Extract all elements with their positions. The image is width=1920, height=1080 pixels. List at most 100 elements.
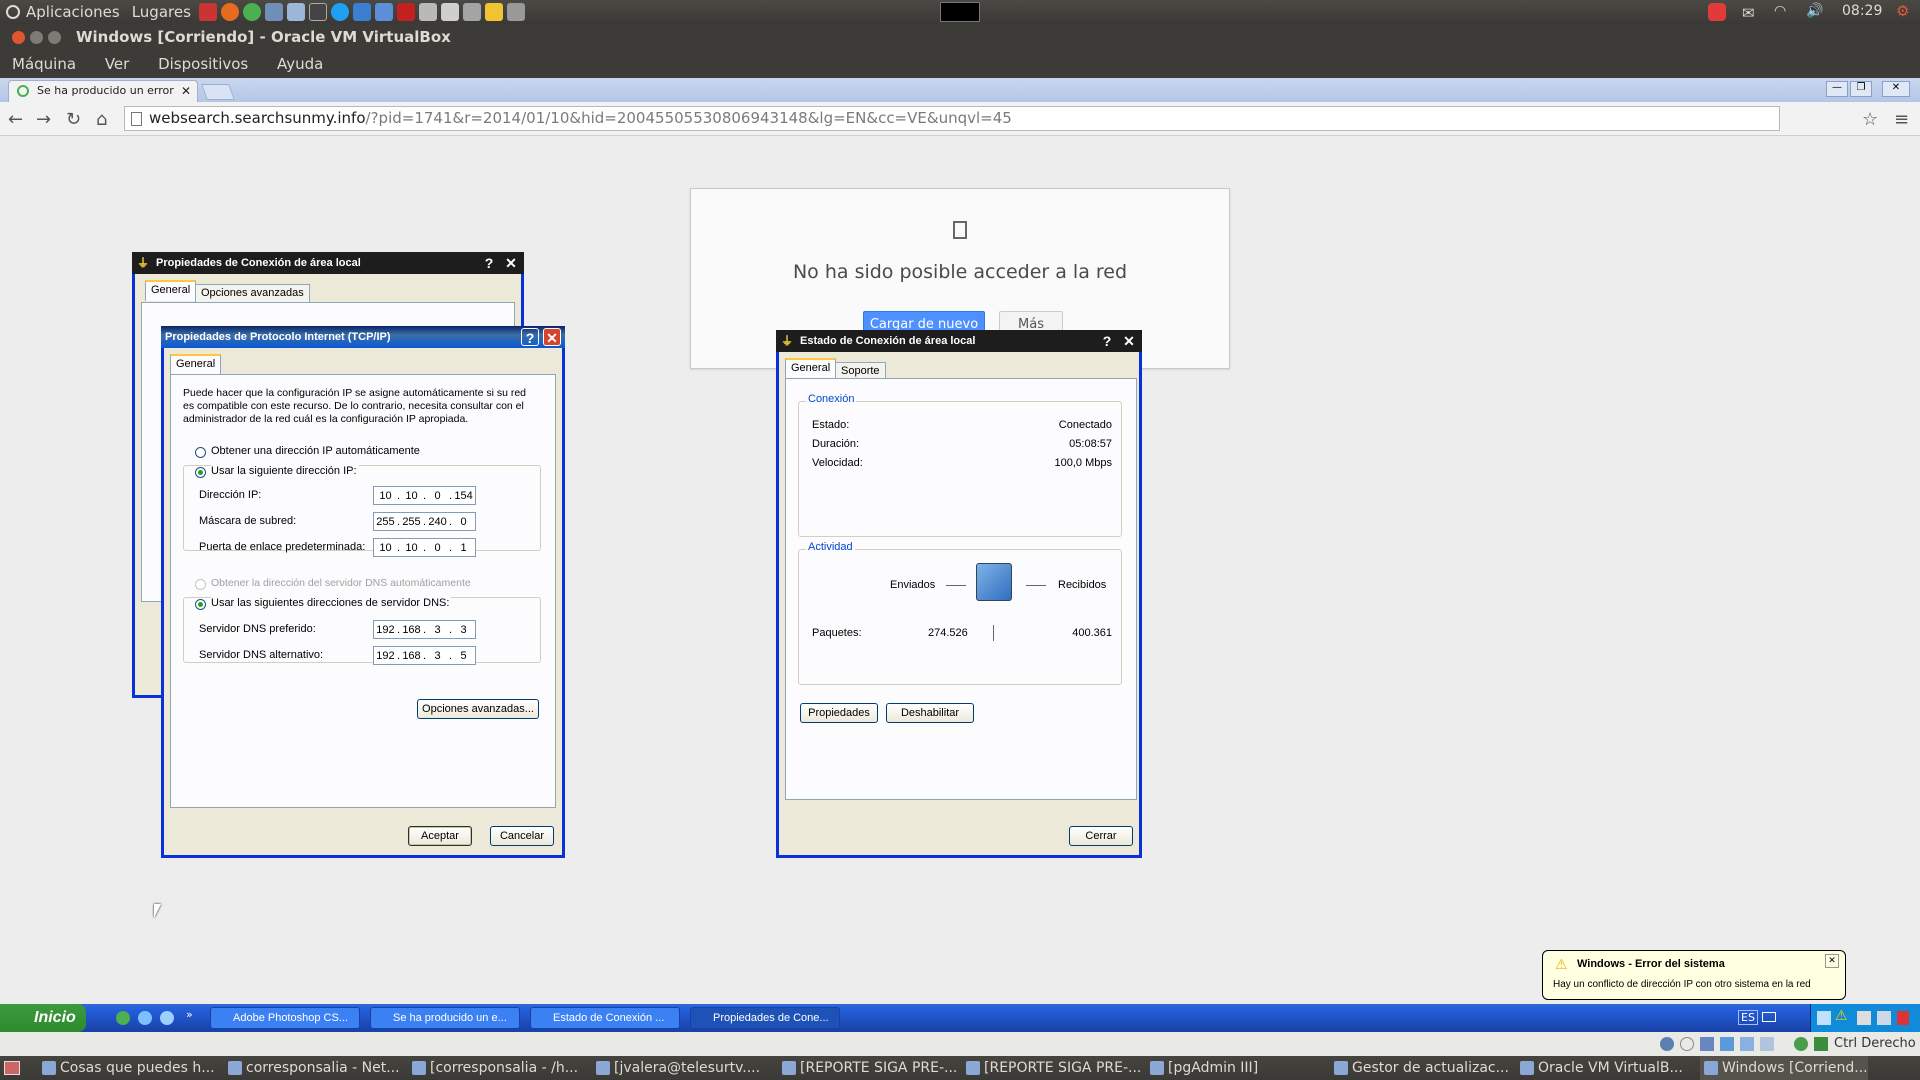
window-list-item[interactable]: [REPORTE SIGA PRE-... [778,1056,957,1080]
menu-machine[interactable]: Máquina [12,55,76,73]
remote-desktop-icon[interactable] [374,3,393,21]
skype-icon[interactable] [330,3,349,21]
display-icon[interactable] [1740,1037,1754,1051]
browser-tab[interactable]: Se ha producido un error al c ✕ [8,80,198,102]
tab-general[interactable]: General [145,280,197,301]
window-list-item[interactable]: [pgAdmin III] [1146,1056,1258,1080]
wifi-icon[interactable]: ◠ [1774,3,1786,19]
system-error-balloon[interactable]: ⚠ Windows - Error del sistema ✕ Hay un c… [1542,950,1846,1000]
ubuntu-logo-icon[interactable] [6,5,20,19]
gateway-field[interactable]: 10. 10. 0. 1 [373,538,476,557]
window-list-item[interactable]: [jvalera@telesurtv.... [592,1056,760,1080]
tray-network-icon[interactable] [1817,1011,1831,1025]
taskbar-item-photoshop[interactable]: Adobe Photoshop CS... [210,1007,360,1029]
tab-close-icon[interactable]: ✕ [181,81,191,101]
disable-button[interactable]: Deshabilitar [886,703,974,723]
tab-general[interactable]: General [170,354,222,375]
window-list-item[interactable]: [REPORTE SIGA PRE-... [962,1056,1141,1080]
tab-general[interactable]: General [785,358,837,379]
quicklaunch-more-icon[interactable]: » [186,1008,193,1021]
browser-restore-icon[interactable]: ❐ [1850,81,1872,97]
tray-warning-icon[interactable]: ⚠ [1835,1008,1848,1024]
help-icon[interactable]: ? [480,254,498,272]
clock[interactable]: 08:29 [1842,3,1882,19]
mail-icon[interactable]: ✉ [1742,4,1755,22]
usb-icon[interactable] [1700,1037,1714,1051]
power-icon[interactable]: ⚙ [1896,2,1909,20]
volume-icon[interactable]: 🔊 [1806,3,1823,19]
editor-icon[interactable] [418,3,437,21]
show-desktop-icon[interactable] [4,1061,20,1075]
notification-red-icon[interactable] [1708,3,1726,21]
ip-address-field[interactable]: 10. 10. 0. 154 [373,486,476,505]
pgadmin-icon[interactable] [264,3,283,21]
applications-menu[interactable]: Aplicaciones [20,3,126,21]
menu-help[interactable]: Ayuda [277,55,323,73]
folder-icon[interactable] [484,3,503,21]
network-status-icon[interactable] [1794,1037,1808,1051]
shared-folder-icon[interactable] [1720,1037,1734,1051]
menu-view[interactable]: Ver [105,55,130,73]
language-indicator[interactable]: ES [1738,1010,1758,1025]
trash-icon[interactable] [462,3,481,21]
chrome-icon[interactable] [242,3,261,21]
window-list-item[interactable]: [corresponsalia - /h... [408,1056,578,1080]
manual-dns-label[interactable]: Usar las siguientes direcciones de servi… [211,597,452,609]
calculator-icon[interactable] [506,3,525,21]
close-icon[interactable]: ✕ [1120,332,1138,350]
terminal-icon[interactable] [308,3,327,21]
manual-ip-radio[interactable] [195,467,206,478]
ie-quicklaunch-icon[interactable] [138,1011,152,1025]
preferred-dns-field[interactable]: 192. 168. 3. 3 [373,620,476,639]
ok-button[interactable]: Aceptar [408,826,472,846]
help-icon[interactable]: ? [521,328,539,346]
balloon-close-icon[interactable]: ✕ [1825,954,1839,968]
ie2-quicklaunch-icon[interactable] [160,1011,174,1025]
address-bar[interactable]: websearch.searchsunmy.info/?pid=1741&r=2… [124,106,1780,131]
host-key-icon[interactable] [1814,1037,1828,1051]
back-icon[interactable]: ← [8,109,23,130]
subnet-mask-field[interactable]: 255. 255. 240. 0 [373,512,476,531]
tray-icon[interactable] [1877,1011,1891,1025]
window-list-item[interactable]: Gestor de actualizac... [1330,1056,1509,1080]
tray-shield-icon[interactable] [1897,1011,1909,1025]
window-list-item[interactable]: Oracle VM VirtualB... [1516,1056,1683,1080]
hdd-icon[interactable] [1660,1037,1674,1051]
cd-icon[interactable] [1680,1037,1694,1051]
auto-ip-label[interactable]: Obtener una dirección IP automáticamente [211,445,420,457]
launcher-icon[interactable] [198,3,217,21]
forward-icon[interactable]: → [36,109,51,130]
browser-minimize-icon[interactable]: — [1826,81,1848,97]
help-icon[interactable]: ? [1098,332,1116,350]
virtualbox-icon[interactable] [286,3,305,21]
auto-dns-radio[interactable] [195,579,206,590]
keyboard-icon[interactable] [1762,1012,1776,1022]
start-button[interactable]: Inicio [0,1004,86,1032]
chrome-quicklaunch-icon[interactable] [116,1011,130,1025]
chrome-menu-icon[interactable]: ≡ [1894,109,1909,130]
capture-icon[interactable] [1760,1037,1774,1051]
alternate-dns-field[interactable]: 192. 168. 3. 5 [373,646,476,665]
properties-button[interactable]: Propiedades [800,703,878,723]
taskbar-item-properties[interactable]: Propiedades de Cone... [690,1007,840,1029]
auto-ip-radio[interactable] [195,447,206,458]
reload-icon[interactable]: ↻ [66,109,81,130]
bookmark-star-icon[interactable]: ☆ [1862,109,1878,130]
taskbar-item-browser[interactable]: Se ha producido un e... [370,1007,520,1029]
settings-icon[interactable] [440,3,459,21]
filezilla-icon[interactable] [396,3,415,21]
tab-advanced-options[interactable]: Opciones avanzadas [195,284,310,302]
close-icon[interactable]: ✕ [543,328,561,346]
places-menu[interactable]: Lugares [126,3,197,21]
close-window-icon[interactable] [12,31,25,44]
browser-close-icon[interactable]: ✕ [1882,81,1910,97]
manual-ip-label[interactable]: Usar la siguiente dirección IP: [211,465,359,477]
firefox-icon[interactable] [220,3,239,21]
maximize-window-icon[interactable] [48,31,61,44]
taskbar-item-status[interactable]: Estado de Conexión ... [530,1007,680,1029]
minimize-window-icon[interactable] [30,31,43,44]
window-list-item[interactable]: Cosas que puedes h... [38,1056,215,1080]
window-list-item-active[interactable]: Windows [Corriend... [1700,1056,1868,1080]
advanced-options-button[interactable]: Opciones avanzadas... [417,699,539,719]
menu-devices[interactable]: Dispositivos [158,55,248,73]
